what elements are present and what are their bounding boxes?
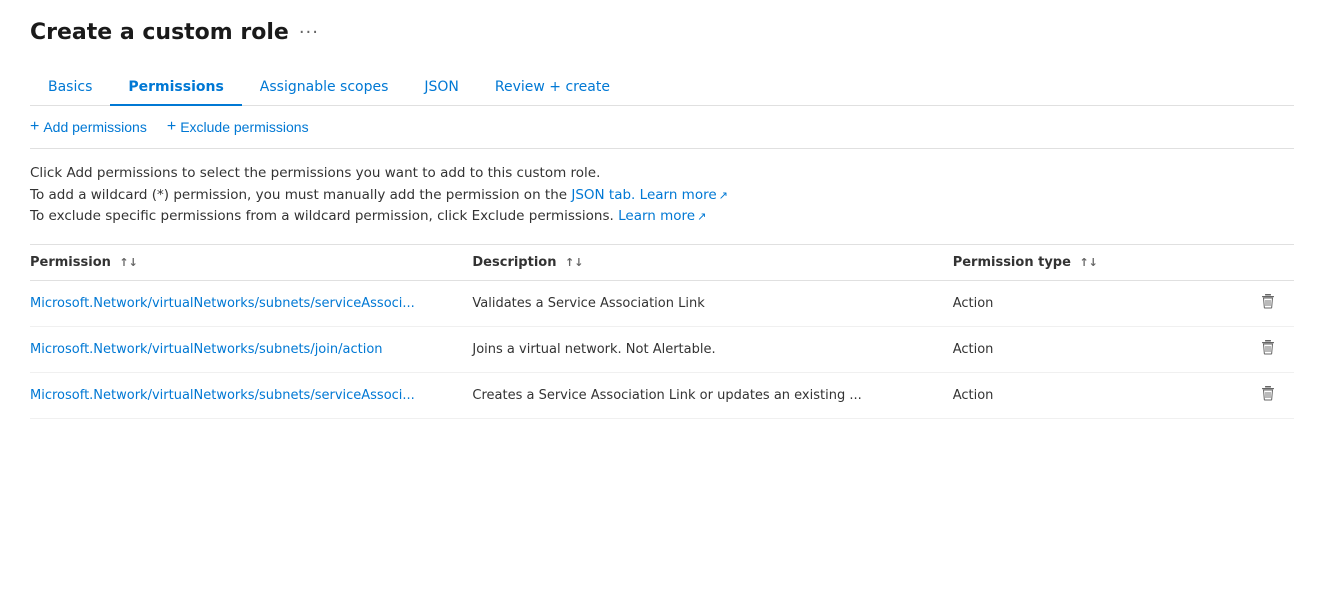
- description-cell-1: Joins a virtual network. Not Alertable.: [472, 326, 952, 372]
- trash-icon: [1260, 339, 1276, 355]
- json-tab-link[interactable]: JSON tab.: [571, 187, 635, 203]
- type-cell-0: Action: [953, 280, 1181, 326]
- col-header-permission-type[interactable]: Permission type ↑↓: [953, 245, 1181, 281]
- plus-icon: +: [30, 118, 39, 136]
- add-permissions-button[interactable]: + Add permissions: [30, 118, 147, 136]
- sort-icon-description[interactable]: ↑↓: [565, 256, 583, 269]
- actions-bar: + Add permissions + Exclude permissions: [30, 106, 1294, 149]
- delete-button-1[interactable]: [1254, 337, 1282, 362]
- info-line-1: Click Add permissions to select the perm…: [30, 163, 1294, 185]
- sort-icon-type[interactable]: ↑↓: [1079, 256, 1097, 269]
- delete-cell-2: [1180, 372, 1294, 418]
- table-row: Microsoft.Network/virtualNetworks/subnet…: [30, 326, 1294, 372]
- add-permissions-label: Add permissions: [43, 119, 147, 135]
- type-cell-1: Action: [953, 326, 1181, 372]
- external-link-icon-1: ↗: [719, 189, 728, 202]
- delete-cell-0: [1180, 280, 1294, 326]
- page-title: Create a custom role: [30, 20, 289, 45]
- type-cell-2: Action: [953, 372, 1181, 418]
- page-header: Create a custom role ···: [30, 20, 1294, 45]
- tab-assignable-scopes[interactable]: Assignable scopes: [242, 69, 407, 105]
- table-row: Microsoft.Network/virtualNetworks/subnet…: [30, 372, 1294, 418]
- permission-cell-2: Microsoft.Network/virtualNetworks/subnet…: [30, 372, 472, 418]
- more-options-icon[interactable]: ···: [299, 22, 319, 43]
- info-line2-prefix: To add a wildcard (*) permission, you mu…: [30, 187, 571, 203]
- info-line-3: To exclude specific permissions from a w…: [30, 206, 1294, 228]
- permissions-table: Permission ↑↓ Description ↑↓ Permission …: [30, 245, 1294, 419]
- description-cell-2: Creates a Service Association Link or up…: [472, 372, 952, 418]
- plus-icon-2: +: [167, 118, 176, 136]
- info-line3-prefix: To exclude specific permissions from a w…: [30, 208, 614, 224]
- permission-cell-1: Microsoft.Network/virtualNetworks/subnet…: [30, 326, 472, 372]
- info-section: Click Add permissions to select the perm…: [30, 149, 1294, 245]
- exclude-permissions-label: Exclude permissions: [180, 119, 308, 135]
- col-header-description[interactable]: Description ↑↓: [472, 245, 952, 281]
- tab-json[interactable]: JSON: [406, 69, 477, 105]
- col-header-permission[interactable]: Permission ↑↓: [30, 245, 472, 281]
- tabs-nav: Basics Permissions Assignable scopes JSO…: [30, 69, 1294, 106]
- delete-button-2[interactable]: [1254, 383, 1282, 408]
- trash-icon: [1260, 293, 1276, 309]
- description-cell-0: Validates a Service Association Link: [472, 280, 952, 326]
- delete-cell-1: [1180, 326, 1294, 372]
- tab-basics[interactable]: Basics: [30, 69, 110, 105]
- learn-more-link-2[interactable]: Learn more↗: [618, 208, 706, 224]
- delete-button-0[interactable]: [1254, 291, 1282, 316]
- learn-more-link-1[interactable]: Learn more↗: [640, 187, 728, 203]
- trash-icon: [1260, 385, 1276, 401]
- info-line-2: To add a wildcard (*) permission, you mu…: [30, 185, 1294, 207]
- sort-icon-permission[interactable]: ↑↓: [119, 256, 137, 269]
- col-header-delete: [1180, 245, 1294, 281]
- table-row: Microsoft.Network/virtualNetworks/subnet…: [30, 280, 1294, 326]
- external-link-icon-2: ↗: [697, 210, 706, 223]
- permissions-table-container: Permission ↑↓ Description ↑↓ Permission …: [30, 245, 1294, 419]
- table-header-row: Permission ↑↓ Description ↑↓ Permission …: [30, 245, 1294, 281]
- permission-cell-0: Microsoft.Network/virtualNetworks/subnet…: [30, 280, 472, 326]
- tab-review-create[interactable]: Review + create: [477, 69, 628, 105]
- tab-permissions[interactable]: Permissions: [110, 69, 241, 105]
- exclude-permissions-button[interactable]: + Exclude permissions: [167, 118, 309, 136]
